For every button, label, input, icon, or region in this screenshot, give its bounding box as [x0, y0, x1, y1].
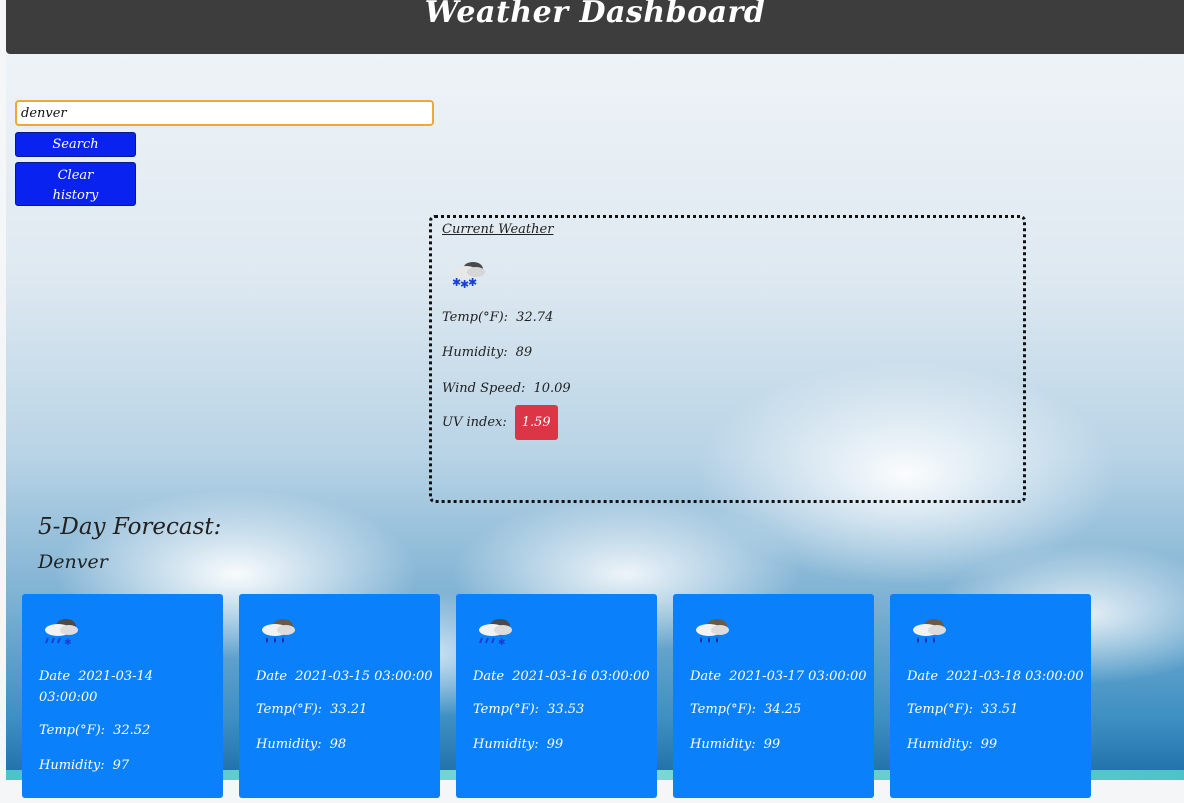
clear-history-label-2: history — [52, 188, 99, 203]
forecast-humidity-label: Humidity: — [907, 737, 973, 752]
forecast-card: ✱ Date 2021-03-16 03:00:00 Temp(°F): 33.53… — [456, 594, 657, 798]
forecast-temp: Temp(°F): 32.52 — [39, 723, 150, 738]
forecast-date: Date 2021-03-15 03:00:00 — [256, 666, 436, 687]
forecast-humidity: Humidity: 98 — [256, 737, 346, 752]
forecast-card: Date 2021-03-17 03:00:00 Temp(°F): 34.25 H… — [673, 594, 874, 798]
forecast-date-label: Date — [690, 669, 722, 684]
current-wind-label: Wind Speed: — [442, 381, 526, 396]
forecast-humidity-value: 98 — [329, 737, 347, 752]
forecast-humidity: Humidity: 99 — [907, 737, 997, 752]
forecast-humidity-value: 97 — [112, 758, 130, 773]
forecast-temp-label: Temp(°F): — [907, 702, 974, 717]
svg-text:✱: ✱ — [64, 638, 72, 648]
forecast-humidity-label: Humidity: — [256, 737, 322, 752]
clear-history-button[interactable]: Clear history — [15, 162, 136, 206]
forecast-date-label: Date — [907, 669, 939, 684]
forecast-humidity-value: 99 — [980, 737, 998, 752]
snow-cloud-icon: ✱ ✱ ✱ — [452, 262, 485, 291]
forecast-date-value-1: 2021-03-15 03:00:00 — [295, 669, 433, 684]
current-temp-label: Temp(°F): — [442, 310, 509, 325]
current-temp-row: Temp(°F): 32.74 — [442, 310, 553, 325]
forecast-date: Date 2021-03-14 03:00:00 — [39, 666, 219, 708]
current-humidity-row: Humidity: 89 — [442, 345, 532, 360]
search-button[interactable]: Search — [15, 132, 136, 157]
forecast-temp-value: 33.51 — [981, 702, 1019, 717]
forecast-temp-value: 34.25 — [764, 702, 802, 717]
page-title: Weather Dashboard — [424, 0, 766, 30]
current-temp-value: 32.74 — [516, 310, 554, 325]
forecast-temp: Temp(°F): 34.25 — [690, 702, 801, 717]
current-wind-row: Wind Speed: 10.09 — [442, 381, 571, 396]
current-uv-label: UV index: — [442, 415, 507, 430]
forecast-title: 5-Day Forecast: — [38, 514, 222, 540]
forecast-humidity-label: Humidity: — [690, 737, 756, 752]
forecast-date-value-1: 2021-03-17 03:00:00 — [729, 669, 867, 684]
forecast-date-label: Date — [473, 669, 505, 684]
rain-cloud-icon — [913, 619, 946, 643]
svg-text:✱: ✱ — [468, 276, 477, 289]
forecast-temp: Temp(°F): 33.53 — [473, 702, 584, 717]
forecast-card: ✱ Date 2021-03-14 03:00:00 Temp(°F): 32.52… — [22, 594, 223, 798]
forecast-humidity: Humidity: 97 — [39, 758, 129, 773]
forecast-temp-label: Temp(°F): — [39, 723, 106, 738]
forecast-card: Date 2021-03-18 03:00:00 Temp(°F): 33.51 H… — [890, 594, 1091, 798]
rain-cloud-icon — [262, 619, 295, 643]
clear-history-label-1: Clear — [57, 168, 94, 183]
page-header: Weather Dashboard — [6, 0, 1184, 54]
forecast-humidity-label: Humidity: — [473, 737, 539, 752]
forecast-temp: Temp(°F): 33.21 — [256, 702, 367, 717]
forecast-date-value-1: 2021-03-18 03:00:00 — [946, 669, 1084, 684]
forecast-temp-label: Temp(°F): — [256, 702, 323, 717]
forecast-date: Date 2021-03-18 03:00:00 — [907, 666, 1087, 687]
current-weather-panel: Current Weather ✱ ✱ ✱ Temp(°F): 32.74 Hum… — [429, 215, 1026, 503]
forecast-date-label: Date — [256, 669, 288, 684]
forecast-humidity: Humidity: 99 — [690, 737, 780, 752]
current-weather-title: Current Weather — [442, 222, 554, 237]
uv-index-badge: 1.59 — [514, 405, 558, 440]
svg-text:✱: ✱ — [498, 638, 506, 648]
forecast-temp-label: Temp(°F): — [690, 702, 757, 717]
forecast-card: Date 2021-03-15 03:00:00 Temp(°F): 33.21 H… — [239, 594, 440, 798]
forecast-date-value-2: 03:00:00 — [39, 690, 98, 705]
forecast-date-value-1: 2021-03-16 03:00:00 — [512, 669, 650, 684]
current-humidity-label: Humidity: — [442, 345, 508, 360]
rain-cloud-icon — [696, 619, 729, 643]
forecast-city: Denver — [38, 551, 108, 573]
rain-snow-cloud-icon: ✱ — [479, 619, 512, 648]
forecast-humidity-value: 99 — [546, 737, 564, 752]
city-search-input[interactable] — [15, 100, 434, 126]
forecast-humidity-label: Humidity: — [39, 758, 105, 773]
forecast-temp-value: 32.52 — [113, 723, 151, 738]
forecast-date-label: Date — [39, 669, 71, 684]
forecast-temp-label: Temp(°F): — [473, 702, 540, 717]
forecast-date: Date 2021-03-17 03:00:00 — [690, 666, 870, 687]
page: Weather Dashboard Search Clear history C… — [0, 0, 1184, 803]
current-wind-value: 10.09 — [533, 381, 571, 396]
forecast-temp-value: 33.53 — [547, 702, 585, 717]
rain-snow-cloud-icon: ✱ — [45, 619, 78, 648]
forecast-humidity: Humidity: 99 — [473, 737, 563, 752]
forecast-date-value-1: 2021-03-14 — [78, 669, 154, 684]
forecast-date: Date 2021-03-16 03:00:00 — [473, 666, 653, 687]
current-uv-row: UV index: 1.59 — [442, 405, 558, 440]
current-humidity-value: 89 — [515, 345, 533, 360]
forecast-humidity-value: 99 — [763, 737, 781, 752]
forecast-temp: Temp(°F): 33.51 — [907, 702, 1018, 717]
forecast-temp-value: 33.21 — [330, 702, 368, 717]
